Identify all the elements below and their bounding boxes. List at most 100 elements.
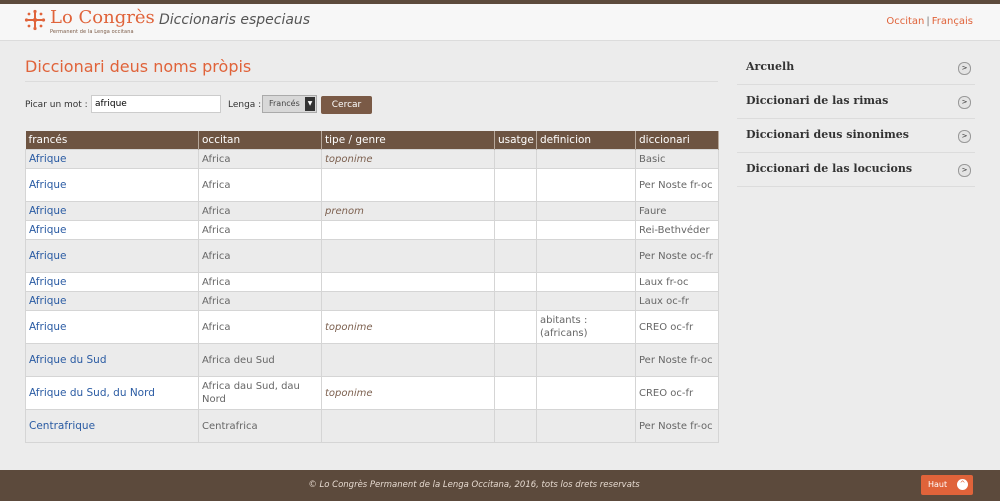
cell-definicion bbox=[536, 149, 636, 169]
results-table: francés occitan tipe / genre usatge defi… bbox=[25, 131, 719, 443]
sidebar-item-label: Diccionari deus sinonimes bbox=[746, 128, 909, 141]
table-row: Afrique du Sud, du Nord Africa dau Sud, d… bbox=[25, 376, 719, 410]
language-switcher: Occitan | Français bbox=[886, 16, 973, 27]
table-row: Afrique Africa toponime abitants : (african… bbox=[25, 310, 719, 344]
col-header-diccionari[interactable]: diccionari bbox=[635, 131, 719, 150]
cell-usatge bbox=[494, 201, 537, 221]
chevron-up-icon: ^ bbox=[957, 479, 968, 490]
cell-frances[interactable]: Centrafrique bbox=[25, 409, 199, 443]
language-label: Lenga : bbox=[228, 100, 262, 110]
logo-text: Lo Congrès bbox=[50, 7, 155, 28]
lang-frances-link[interactable]: Français bbox=[932, 16, 973, 27]
cell-frances[interactable]: Afrique du Sud bbox=[25, 343, 199, 377]
site-subtitle: Diccionaris especiaus bbox=[159, 12, 311, 28]
cell-usatge bbox=[494, 409, 537, 443]
cell-usatge bbox=[494, 343, 537, 377]
cell-frances[interactable]: Afrique bbox=[25, 201, 199, 221]
sidebar-item-arcuelh[interactable]: Arcuelh > bbox=[737, 51, 975, 85]
cell-definicion bbox=[536, 168, 636, 202]
cell-definicion: abitants : (africans) bbox=[536, 310, 636, 344]
chevron-right-icon: > bbox=[958, 62, 971, 75]
search-label: Picar un mot : bbox=[25, 100, 88, 110]
cell-diccionari: Per Noste fr-oc bbox=[635, 343, 719, 377]
cell-tipe bbox=[321, 272, 495, 292]
cell-frances[interactable]: Afrique bbox=[25, 291, 199, 311]
cell-frances[interactable]: Afrique bbox=[25, 272, 199, 292]
cell-tipe bbox=[321, 291, 495, 311]
cell-definicion bbox=[536, 239, 636, 273]
back-to-top-label: Haut bbox=[928, 480, 948, 489]
sidebar-item-label: Diccionari de las rimas bbox=[746, 94, 889, 107]
cell-diccionari: Per Noste oc-fr bbox=[635, 239, 719, 273]
cell-frances[interactable]: Afrique bbox=[25, 220, 199, 240]
cell-frances[interactable]: Afrique bbox=[25, 168, 199, 202]
cell-diccionari: Laux oc-fr bbox=[635, 291, 719, 311]
cell-tipe: toponime bbox=[321, 310, 495, 344]
back-to-top-button[interactable]: Haut ^ bbox=[921, 475, 973, 495]
cell-diccionari: Per Noste fr-oc bbox=[635, 168, 719, 202]
cell-definicion bbox=[536, 409, 636, 443]
sidebar-item-rimas[interactable]: Diccionari de las rimas > bbox=[737, 85, 975, 119]
cell-usatge bbox=[494, 376, 537, 410]
search-form: Picar un mot : Lenga : Francés ▼ Cercar bbox=[25, 95, 718, 117]
dropdown-arrow-icon: ▼ bbox=[305, 97, 315, 111]
cell-occitan: Africa deu Sud bbox=[198, 343, 322, 377]
cell-occitan: Africa bbox=[198, 149, 322, 169]
cell-frances[interactable]: Afrique bbox=[25, 239, 199, 273]
chevron-right-icon: > bbox=[958, 96, 971, 109]
chevron-right-icon: > bbox=[958, 130, 971, 143]
cell-tipe bbox=[321, 168, 495, 202]
cell-definicion bbox=[536, 291, 636, 311]
table-row: Afrique Africa prenom Faure bbox=[25, 201, 719, 221]
cell-diccionari: CREO oc-fr bbox=[635, 310, 719, 344]
cell-occitan: Centrafrica bbox=[198, 409, 322, 443]
language-select[interactable]: Francés ▼ bbox=[262, 95, 317, 113]
col-header-definicion[interactable]: definicion bbox=[536, 131, 636, 150]
cell-tipe bbox=[321, 343, 495, 377]
cell-frances[interactable]: Afrique bbox=[25, 310, 199, 344]
cell-tipe: prenom bbox=[321, 201, 495, 221]
col-header-occitan[interactable]: occitan bbox=[198, 131, 322, 150]
search-input[interactable] bbox=[91, 95, 221, 113]
sidebar: Arcuelh > Diccionari de las rimas > Dicc… bbox=[737, 51, 975, 187]
cell-occitan: Africa bbox=[198, 272, 322, 292]
title-divider bbox=[25, 81, 718, 82]
cell-usatge bbox=[494, 310, 537, 344]
cell-usatge bbox=[494, 168, 537, 202]
cell-frances[interactable]: Afrique du Sud, du Nord bbox=[25, 376, 199, 410]
cell-usatge bbox=[494, 220, 537, 240]
col-header-usatge[interactable]: usatge bbox=[494, 131, 537, 150]
site-logo[interactable]: Lo Congrès Permanent de la Lenga occitan… bbox=[24, 8, 155, 38]
cell-occitan: Africa bbox=[198, 168, 322, 202]
cell-frances[interactable]: Afrique bbox=[25, 149, 199, 169]
table-row: Afrique Africa Laux fr-oc bbox=[25, 272, 719, 292]
col-header-tipe[interactable]: tipe / genre bbox=[321, 131, 495, 150]
search-button[interactable]: Cercar bbox=[321, 96, 372, 114]
cell-diccionari: Per Noste fr-oc bbox=[635, 409, 719, 443]
cell-diccionari: Laux fr-oc bbox=[635, 272, 719, 292]
cell-definicion bbox=[536, 201, 636, 221]
col-header-frances[interactable]: francés bbox=[25, 131, 199, 150]
cell-tipe bbox=[321, 409, 495, 443]
cell-diccionari: Rei-Bethvéder bbox=[635, 220, 719, 240]
sidebar-item-sinonimes[interactable]: Diccionari deus sinonimes > bbox=[737, 119, 975, 153]
sidebar-item-label: Diccionari de las locucions bbox=[746, 162, 913, 175]
cell-diccionari: Basic bbox=[635, 149, 719, 169]
table-row: Afrique Africa Per Noste oc-fr bbox=[25, 239, 719, 273]
table-row: Afrique Africa toponime Basic bbox=[25, 149, 719, 169]
cell-usatge bbox=[494, 272, 537, 292]
cell-occitan: Africa bbox=[198, 201, 322, 221]
cell-tipe bbox=[321, 239, 495, 273]
cell-usatge bbox=[494, 149, 537, 169]
table-row: Afrique du Sud Africa deu Sud Per Noste fr… bbox=[25, 343, 719, 377]
sidebar-item-locucions[interactable]: Diccionari de las locucions > bbox=[737, 153, 975, 187]
lang-separator: | bbox=[926, 16, 930, 27]
cell-usatge bbox=[494, 291, 537, 311]
cell-usatge bbox=[494, 239, 537, 273]
cell-definicion bbox=[536, 272, 636, 292]
logo-subtitle: Permanent de la Lenga occitana bbox=[50, 29, 134, 35]
lang-occitan-link[interactable]: Occitan bbox=[886, 16, 924, 27]
cell-occitan: Africa bbox=[198, 310, 322, 344]
table-row: Centrafrique Centrafrica Per Noste fr-oc bbox=[25, 409, 719, 443]
cell-definicion bbox=[536, 343, 636, 377]
